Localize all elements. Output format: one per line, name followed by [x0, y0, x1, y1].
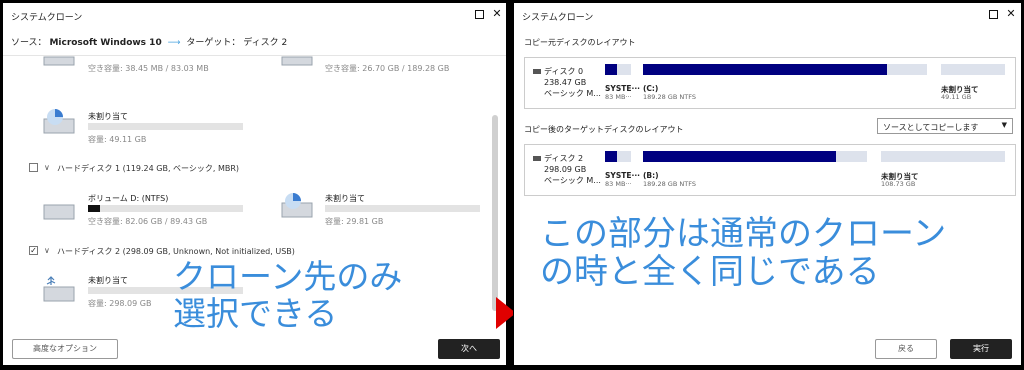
- partition-fill: [643, 151, 836, 162]
- disk-size: 238.47 GB: [544, 78, 587, 87]
- partition-capacity: 容量: 298.09 GB: [88, 299, 152, 308]
- disk-info: ディスク 2 298.09 GB ベーシック M...: [533, 153, 601, 186]
- partition-info: 108.73 GB: [881, 180, 916, 188]
- disk-type: ベーシック M...: [544, 89, 601, 98]
- usb-disk-icon: [43, 276, 75, 302]
- back-button[interactable]: 戻る: [875, 339, 937, 359]
- source-target-line: ソース： Microsoft Windows 10 ⟶ ターゲット： ディスク …: [11, 35, 287, 48]
- hard-disk-icon: [43, 204, 75, 220]
- partition-name: 未割り当て: [88, 112, 128, 121]
- advanced-options-button[interactable]: 高度なオプション: [12, 339, 118, 359]
- copy-mode-value: ソースとしてコピーします: [883, 123, 979, 132]
- partition-info: 49.11 GB: [941, 93, 972, 101]
- partition-info: 83 MB···: [605, 93, 632, 101]
- chevron-down-icon[interactable]: ∨: [44, 163, 50, 172]
- partition-name: ボリューム D: (NTFS): [88, 194, 169, 203]
- hard-disk-icon: [43, 56, 75, 66]
- hard-disk-icon: [281, 56, 313, 66]
- source-layout-title: コピー元ディスクのレイアウト: [524, 38, 636, 47]
- window-title: システムクローン: [522, 13, 594, 23]
- partition-fill: [643, 64, 888, 75]
- partition-bar-unallocated[interactable]: [941, 64, 1005, 75]
- target-layout-title: コピー後のターゲットディスクのレイアウト: [524, 125, 684, 134]
- close-icon[interactable]: ✕: [1004, 7, 1018, 21]
- hard-disk-icon: [281, 193, 313, 218]
- partition-name: (C:): [643, 84, 659, 93]
- maximize-icon[interactable]: [475, 10, 484, 19]
- target-label: ターゲット：: [186, 38, 241, 48]
- partition-info: 83 MB···: [605, 180, 632, 188]
- partition-usage-bar: [325, 205, 480, 212]
- disk-size: 298.09 GB: [544, 165, 587, 174]
- partition-usage-bar: [88, 205, 243, 212]
- hard-disk-1-checkbox[interactable]: [29, 163, 38, 172]
- hard-disk-icon: [533, 69, 541, 74]
- partition-info: 189.28 GB NTFS: [643, 180, 696, 188]
- close-icon[interactable]: ✕: [490, 7, 504, 21]
- partition-name: SYSTE···: [605, 171, 641, 180]
- divider: [3, 55, 506, 56]
- partition-name: (B:): [643, 171, 659, 180]
- partition-name: 未割り当て: [325, 194, 365, 203]
- maximize-icon[interactable]: [989, 10, 998, 19]
- partition-bar-system[interactable]: [605, 151, 631, 162]
- target-name: ディスク 2: [243, 38, 288, 48]
- annotation-text-line1: クローン先のみ: [173, 257, 403, 296]
- annotation-text-line2: 選択できる: [173, 294, 338, 333]
- partition-fill: [605, 151, 617, 162]
- hard-disk-icon: [533, 156, 541, 161]
- disk-name: ディスク 2: [544, 154, 584, 163]
- disk-info: ディスク 0 238.47 GB ベーシック M...: [533, 66, 601, 99]
- partition-name: 未割り当て: [88, 276, 128, 285]
- partition-info: 189.28 GB NTFS: [643, 93, 696, 101]
- vertical-scrollbar[interactable]: [492, 63, 498, 325]
- window-title: システムクローン: [11, 13, 83, 23]
- partition-bar-c[interactable]: [643, 64, 927, 75]
- hard-disk-1-label: ハードディスク 1 (119.24 GB, ベーシック, MBR): [57, 164, 240, 173]
- partition-bar-b[interactable]: [643, 151, 867, 162]
- partition-capacity: 容量: 29.81 GB: [325, 217, 384, 226]
- partition-bar-system[interactable]: [605, 64, 631, 75]
- partition-usage-fill: [88, 205, 101, 212]
- system-clone-window-right: システムクローン ✕ コピー元ディスクのレイアウト ディスク 0 238.47 …: [513, 2, 1022, 366]
- hard-disk-2-label: ハードディスク 2 (298.09 GB, Unknown, Not initi…: [57, 247, 295, 256]
- partition-capacity: 容量: 49.11 GB: [88, 135, 147, 144]
- annotation-text-line1: この部分は通常のクローン: [540, 214, 947, 254]
- chevron-down-icon[interactable]: ∨: [44, 246, 50, 255]
- system-clone-window-left: システムクローン ✕ ソース： Microsoft Windows 10 ⟶ タ…: [2, 2, 507, 366]
- hard-disk-icon: [43, 109, 75, 134]
- partition-usage-bar: [88, 123, 243, 130]
- right-arrow-icon: ⟶: [167, 38, 181, 48]
- execute-button[interactable]: 実行: [950, 339, 1012, 359]
- hard-disk-2-checkbox[interactable]: ✓: [29, 246, 38, 255]
- disk-type: ベーシック M...: [544, 176, 601, 185]
- chevron-down-icon: ▼: [1001, 121, 1007, 129]
- disk-name: ディスク 0: [544, 67, 584, 76]
- partition-bar-unallocated[interactable]: [881, 151, 1005, 162]
- annotation-text-line2: の時と全く同じである: [540, 252, 880, 292]
- source-name: Microsoft Windows 10: [49, 38, 162, 48]
- partition-capacity: 空き容量: 26.70 GB / 189.28 GB: [325, 64, 450, 73]
- partition-fill: [605, 64, 617, 75]
- scrollbar-thumb[interactable]: [492, 115, 498, 311]
- partition-capacity: 空き容量: 82.06 GB / 89.43 GB: [88, 217, 208, 226]
- partition-capacity: 空き容量: 38.45 MB / 83.03 MB: [88, 64, 209, 73]
- source-disk-layout: ディスク 0 238.47 GB ベーシック M... SYSTE··· 83 …: [524, 57, 1016, 109]
- copy-mode-select[interactable]: ソースとしてコピーします ▼: [877, 118, 1013, 134]
- partition-name: SYSTE···: [605, 84, 641, 93]
- target-disk-layout: ディスク 2 298.09 GB ベーシック M... SYSTE··· 83 …: [524, 144, 1016, 196]
- next-button[interactable]: 次へ: [438, 339, 500, 359]
- source-label: ソース：: [11, 38, 47, 48]
